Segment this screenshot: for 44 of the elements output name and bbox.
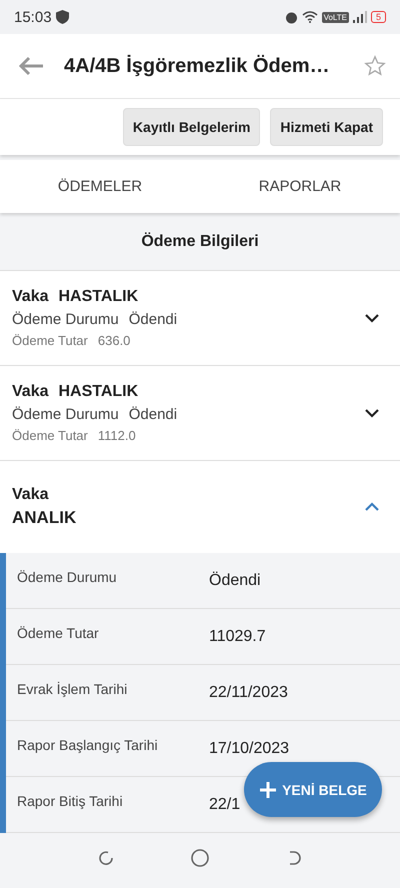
action-button[interactable]: Hizmeti Kapat <box>270 108 383 146</box>
network-label: VoLTE <box>322 12 349 22</box>
shield-icon <box>56 10 69 24</box>
battery-level: 5 <box>370 11 386 23</box>
amount-value: 1112.0 <box>98 428 136 443</box>
home-icon[interactable] <box>190 848 210 868</box>
wifi-icon <box>302 11 318 23</box>
detail-label: Evrak İşlem Tarihi <box>17 680 128 696</box>
status-label: Ödeme Durumu <box>12 406 119 423</box>
tab[interactable]: RAPORLAR <box>200 160 400 213</box>
case-value: HASTALIK <box>58 383 138 401</box>
detail-label: Ödeme Tutar <box>17 624 100 640</box>
status-value: Ödendi <box>128 406 178 423</box>
detail-label: Ödeme Durumu <box>17 568 118 584</box>
case-label: Vaka <box>12 288 48 306</box>
amount-value: 636.0 <box>98 333 130 348</box>
new-document-button[interactable]: YENİ BELGE <box>244 762 382 817</box>
detail-value: 17/10/2023 <box>209 740 290 758</box>
status-value: Ödendi <box>128 311 178 328</box>
chevron-icon[interactable] <box>364 408 380 418</box>
detail-value: 11029.7 <box>209 628 266 646</box>
clock-time: 15:03 <box>14 8 52 26</box>
case-value: HASTALIK <box>58 288 138 306</box>
action-button[interactable]: Kayıtlı Belgelerim <box>122 108 260 146</box>
tab[interactable]: ÖDEMELER <box>0 160 200 213</box>
chevron-icon[interactable] <box>364 313 380 323</box>
detail-value: 22/1 <box>209 796 240 814</box>
page-title: 4A/4B İşgöremezlik Ödem… <box>64 54 331 78</box>
signal-icon <box>352 11 367 23</box>
case-label: Vaka <box>12 383 48 401</box>
section-title: Ödeme Bilgileri <box>141 232 259 250</box>
amount-label: Ödeme Tutar <box>12 428 88 443</box>
detail-value: Ödendi <box>209 572 261 590</box>
plus-icon <box>259 780 278 798</box>
back-icon[interactable] <box>18 56 44 76</box>
case-label: Vaka <box>12 486 50 504</box>
detail-value: 22/11/2023 <box>209 684 288 702</box>
detail-label: Rapor Başlangıç Tarihi <box>17 736 159 752</box>
amount-label: Ödeme Tutar <box>12 333 88 348</box>
detail-label: Rapor Bitiş Tarihi <box>17 792 124 808</box>
case-value: ANALIK <box>12 508 78 528</box>
status-label: Ödeme Durumu <box>12 311 119 328</box>
star-icon[interactable] <box>364 55 386 77</box>
recent-apps-icon[interactable] <box>97 848 116 866</box>
